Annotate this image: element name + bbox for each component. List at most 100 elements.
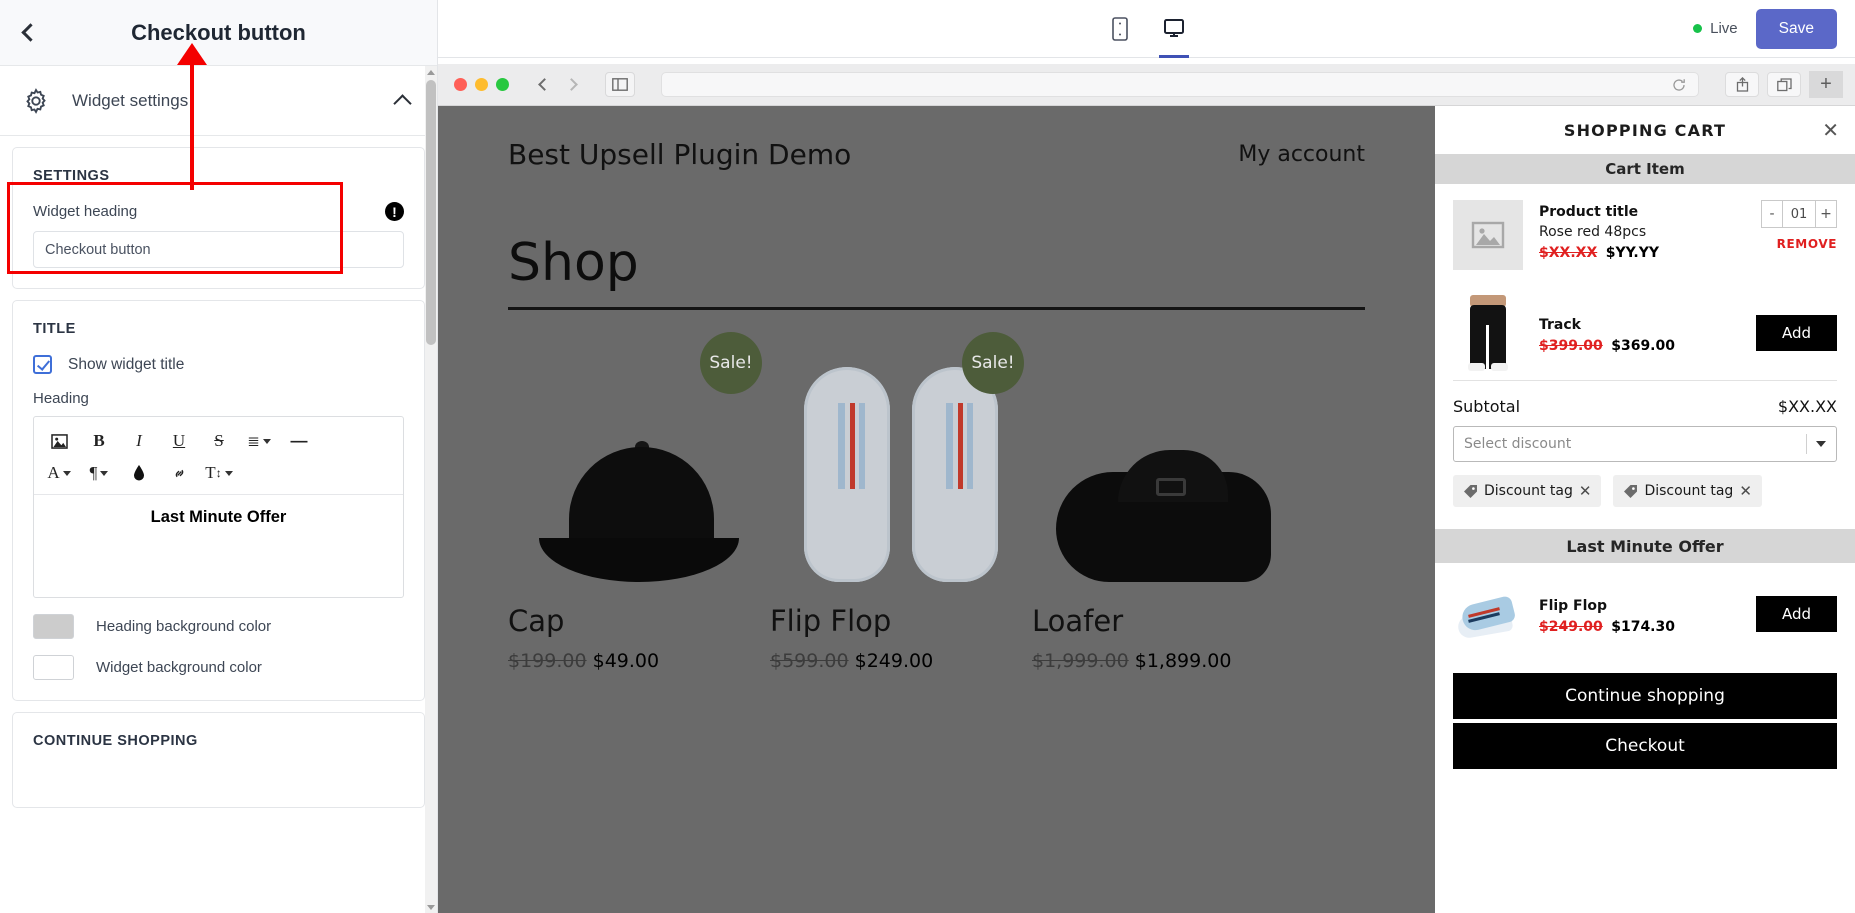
- font-color-icon[interactable]: A: [40, 458, 78, 488]
- info-icon[interactable]: !: [385, 202, 404, 221]
- discount-select[interactable]: Select discount: [1453, 426, 1837, 462]
- italic-icon[interactable]: I: [120, 426, 158, 456]
- product-name: Flip Flop: [770, 604, 1032, 638]
- share-icon: [1736, 77, 1749, 92]
- product-name: Loafer: [1032, 604, 1294, 638]
- desktop-device-button[interactable]: [1151, 1, 1197, 58]
- chevron-down-icon: [63, 471, 71, 476]
- bold-icon[interactable]: B: [80, 426, 118, 456]
- quantity-stepper[interactable]: - 01 +: [1761, 200, 1837, 228]
- tag-icon: [1463, 484, 1478, 499]
- mobile-device-button[interactable]: [1097, 1, 1143, 58]
- close-icon[interactable]: ✕: [1822, 120, 1839, 140]
- quantity-value: 01: [1783, 200, 1815, 228]
- cart-item-price: $399.00 $369.00: [1539, 338, 1756, 354]
- settings-section-heading: SETTINGS: [33, 168, 404, 184]
- show-widget-title-checkbox[interactable]: [33, 355, 52, 374]
- subtotal-label: Subtotal: [1453, 397, 1520, 416]
- scrollbar-thumb[interactable]: [426, 80, 436, 345]
- show-widget-title-row[interactable]: Show widget title: [33, 355, 404, 374]
- discount-tag[interactable]: Discount tag ✕: [1453, 475, 1601, 507]
- continue-shopping-heading: CONTINUE SHOPPING: [33, 733, 404, 749]
- add-offer-button[interactable]: Add: [1756, 596, 1837, 632]
- share-button[interactable]: [1725, 72, 1759, 97]
- browser-forward-button[interactable]: [559, 72, 587, 97]
- my-account-link[interactable]: My account: [1238, 142, 1365, 167]
- widget-bg-color-row[interactable]: Widget background color: [33, 655, 404, 680]
- close-window-light[interactable]: [454, 78, 467, 91]
- back-button[interactable]: [0, 0, 56, 66]
- strikethrough-icon[interactable]: S: [200, 426, 238, 456]
- widget-heading-input[interactable]: [33, 231, 404, 268]
- scroll-down-button[interactable]: [425, 901, 437, 913]
- sidebar-scrollbar[interactable]: [425, 66, 437, 913]
- offer-item-new-price: $174.30: [1611, 619, 1675, 635]
- widget-heading-label: Widget heading: [33, 203, 137, 220]
- checkout-button[interactable]: Checkout: [1453, 723, 1837, 769]
- underline-icon[interactable]: U: [160, 426, 198, 456]
- product-card[interactable]: Sale! Flip Flop $599.00 $249.00: [770, 310, 1032, 672]
- chevron-right-icon: [565, 78, 578, 91]
- discount-tag-label: Discount tag: [1484, 483, 1573, 499]
- heading-bg-color-swatch[interactable]: [33, 614, 74, 639]
- browser-sidebar-toggle[interactable]: [605, 72, 635, 97]
- discount-select-caret[interactable]: [1806, 434, 1826, 454]
- editor-content-area[interactable]: Last Minute Offer: [34, 495, 403, 597]
- browser-url-bar[interactable]: [661, 72, 1699, 97]
- align-icon[interactable]: ≣: [240, 426, 278, 456]
- discount-select-placeholder: Select discount: [1464, 436, 1571, 452]
- paragraph-icon[interactable]: ¶: [80, 458, 118, 488]
- select-separator: [1806, 434, 1807, 454]
- widget-bg-color-label: Widget background color: [96, 659, 262, 676]
- preview-browser: + Best Upsell Plugin Demo My account Sho…: [438, 58, 1855, 913]
- maximize-window-light[interactable]: [496, 78, 509, 91]
- reload-icon[interactable]: [1672, 78, 1686, 92]
- continue-shopping-button[interactable]: Continue shopping: [1453, 673, 1837, 719]
- product-card[interactable]: Loafer $1,999.00 $1,899.00: [1032, 310, 1294, 672]
- heading-bg-color-row[interactable]: Heading background color: [33, 614, 404, 639]
- heading-field-label: Heading: [33, 390, 404, 407]
- offer-item-info: Flip Flop $249.00 $174.30: [1523, 594, 1756, 635]
- product-name: Cap: [508, 604, 770, 638]
- minimize-window-light[interactable]: [475, 78, 488, 91]
- chevron-up-icon[interactable]: [393, 94, 411, 112]
- offer-item-old-price: $249.00: [1539, 619, 1603, 635]
- browser-back-button[interactable]: [529, 72, 557, 97]
- text-size-icon[interactable]: T↕: [200, 458, 238, 488]
- offer-item-price: $249.00 $174.30: [1539, 619, 1756, 635]
- cart-title: SHOPPING CART: [1564, 121, 1726, 140]
- offer-item: Flip Flop $249.00 $174.30 Add: [1453, 563, 1837, 661]
- mobile-device-icon: [1112, 17, 1128, 41]
- discount-tag[interactable]: Discount tag ✕: [1613, 475, 1761, 507]
- subtotal-value: $XX.XX: [1778, 397, 1837, 416]
- new-tab-button[interactable]: +: [1809, 71, 1843, 98]
- cap-illustration: [539, 447, 739, 582]
- quantity-decrement-button[interactable]: -: [1761, 200, 1783, 228]
- flip-flop-photo: [1453, 579, 1523, 649]
- close-icon[interactable]: ✕: [1579, 482, 1592, 500]
- caret-up-icon: [427, 70, 435, 75]
- fill-color-icon[interactable]: [120, 458, 158, 488]
- product-card[interactable]: Sale! Cap $199.00 $49.00: [508, 310, 770, 672]
- quantity-increment-button[interactable]: +: [1815, 200, 1837, 228]
- close-icon[interactable]: ✕: [1739, 482, 1752, 500]
- rich-text-editor[interactable]: B I U S ≣ — A: [33, 416, 404, 598]
- desktop-device-icon: [1163, 18, 1185, 40]
- app-root: Checkout button Widget settings SETTINGS…: [0, 0, 1855, 913]
- scroll-up-button[interactable]: [425, 66, 437, 78]
- tab-overview-button[interactable]: [1767, 72, 1801, 97]
- remove-item-link[interactable]: REMOVE: [1761, 237, 1837, 251]
- add-to-cart-button[interactable]: Add: [1756, 315, 1837, 351]
- editor-toolbar: B I U S ≣ — A: [34, 417, 403, 495]
- cart-header: SHOPPING CART ✕: [1435, 106, 1855, 154]
- cart-item-desc: Rose red 48pcs: [1539, 224, 1761, 240]
- main-area: Live Save: [438, 0, 1855, 913]
- image-icon[interactable]: [40, 426, 78, 456]
- widget-settings-accordion[interactable]: Widget settings: [0, 66, 437, 136]
- product-new-price: $249.00: [855, 650, 934, 672]
- traffic-lights: [450, 78, 509, 91]
- sidebar-scroll-area: Widget settings SETTINGS Widget heading …: [0, 66, 437, 913]
- horizontal-rule-icon[interactable]: —: [280, 426, 318, 456]
- link-icon[interactable]: [160, 458, 198, 488]
- widget-bg-color-swatch[interactable]: [33, 655, 74, 680]
